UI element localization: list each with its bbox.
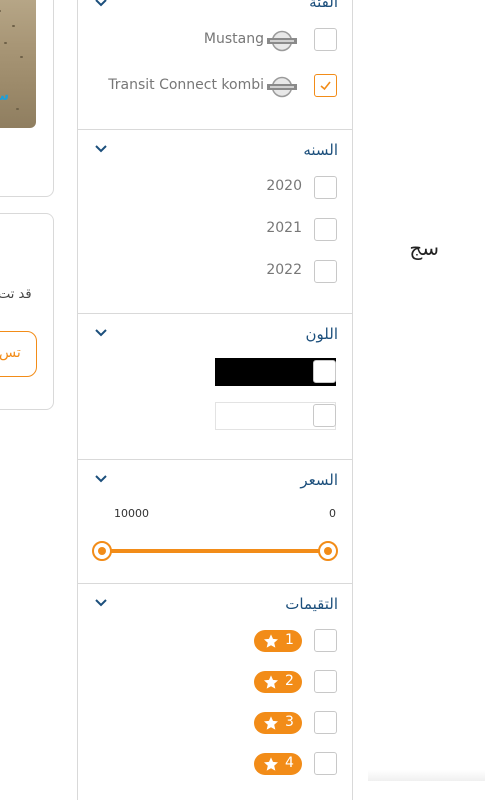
section-title-color: اللون xyxy=(305,325,338,343)
rating-badge-3: 3 xyxy=(254,712,302,734)
checkbox-rating-4[interactable] xyxy=(314,752,337,775)
promo-card xyxy=(0,213,54,410)
filter-section-category: الفئة Mustang Transit Connect kombi xyxy=(78,0,352,130)
rating-badge-1: 1 xyxy=(254,630,302,652)
checkmark-icon xyxy=(320,81,331,91)
price-max-label: 10000 xyxy=(114,507,149,520)
price-slider-track[interactable] xyxy=(102,549,330,553)
filter-panel: الفئة Mustang Transit Connect kombi السن… xyxy=(77,0,353,800)
checkbox-color-black[interactable] xyxy=(313,360,336,383)
star-icon xyxy=(264,634,278,648)
rating-value: 3 xyxy=(285,714,294,730)
promo-button-label: تس xyxy=(0,345,21,361)
promo-subtitle: قد تت xyxy=(0,287,32,302)
checkbox-color-white[interactable] xyxy=(313,404,336,427)
rating-badge-2: 2 xyxy=(254,671,302,693)
section-title-price: السعر xyxy=(300,471,338,489)
section-title-category: الفئة xyxy=(309,0,338,11)
checkbox-year-2021[interactable] xyxy=(314,218,337,241)
category-label-transit: Transit Connect kombi xyxy=(108,77,264,93)
chevron-down-icon[interactable] xyxy=(94,0,108,8)
checkbox-category-transit[interactable] xyxy=(314,74,337,97)
product-image[interactable]: سا xyxy=(0,0,36,128)
filter-section-ratings: التقيمات 1 2 3 4 xyxy=(78,583,352,803)
car-brand-logo-icon xyxy=(267,30,297,52)
page-edge-shadow xyxy=(368,770,485,781)
promo-button[interactable]: تس xyxy=(0,331,37,377)
checkbox-year-2022[interactable] xyxy=(314,260,337,283)
chevron-down-icon[interactable] xyxy=(94,144,108,154)
rating-value: 1 xyxy=(285,632,294,648)
price-slider-max-handle[interactable] xyxy=(92,541,112,561)
promo-title: سج xyxy=(409,236,439,260)
checkbox-rating-3[interactable] xyxy=(314,711,337,734)
star-icon xyxy=(264,757,278,771)
rating-value: 2 xyxy=(285,673,294,689)
price-slider-min-handle[interactable] xyxy=(318,541,338,561)
star-icon xyxy=(264,675,278,689)
filter-section-price: السعر 10000 0 xyxy=(78,459,352,584)
price-min-label: 0 xyxy=(329,507,336,520)
chevron-down-icon[interactable] xyxy=(94,328,108,338)
rating-badge-4: 4 xyxy=(254,753,302,775)
filter-section-color: اللون xyxy=(78,313,352,460)
filter-section-year: السنه 2020 2021 2022 xyxy=(78,129,352,314)
checkbox-year-2020[interactable] xyxy=(314,176,337,199)
chevron-down-icon[interactable] xyxy=(94,474,108,484)
section-title-ratings: التقيمات xyxy=(285,595,338,613)
chevron-down-icon[interactable] xyxy=(94,598,108,608)
section-title-year: السنه xyxy=(303,141,338,159)
year-label-2022: 2022 xyxy=(266,262,302,278)
star-icon xyxy=(264,716,278,730)
year-label-2020: 2020 xyxy=(266,178,302,194)
checkbox-rating-1[interactable] xyxy=(314,629,337,652)
checkbox-rating-2[interactable] xyxy=(314,670,337,693)
checkbox-category-mustang[interactable] xyxy=(314,28,337,51)
year-label-2021: 2021 xyxy=(266,220,302,236)
rating-value: 4 xyxy=(285,755,294,771)
category-label-mustang: Mustang xyxy=(203,31,264,47)
car-brand-logo-icon xyxy=(267,76,297,98)
image-caption: سا xyxy=(0,88,9,104)
